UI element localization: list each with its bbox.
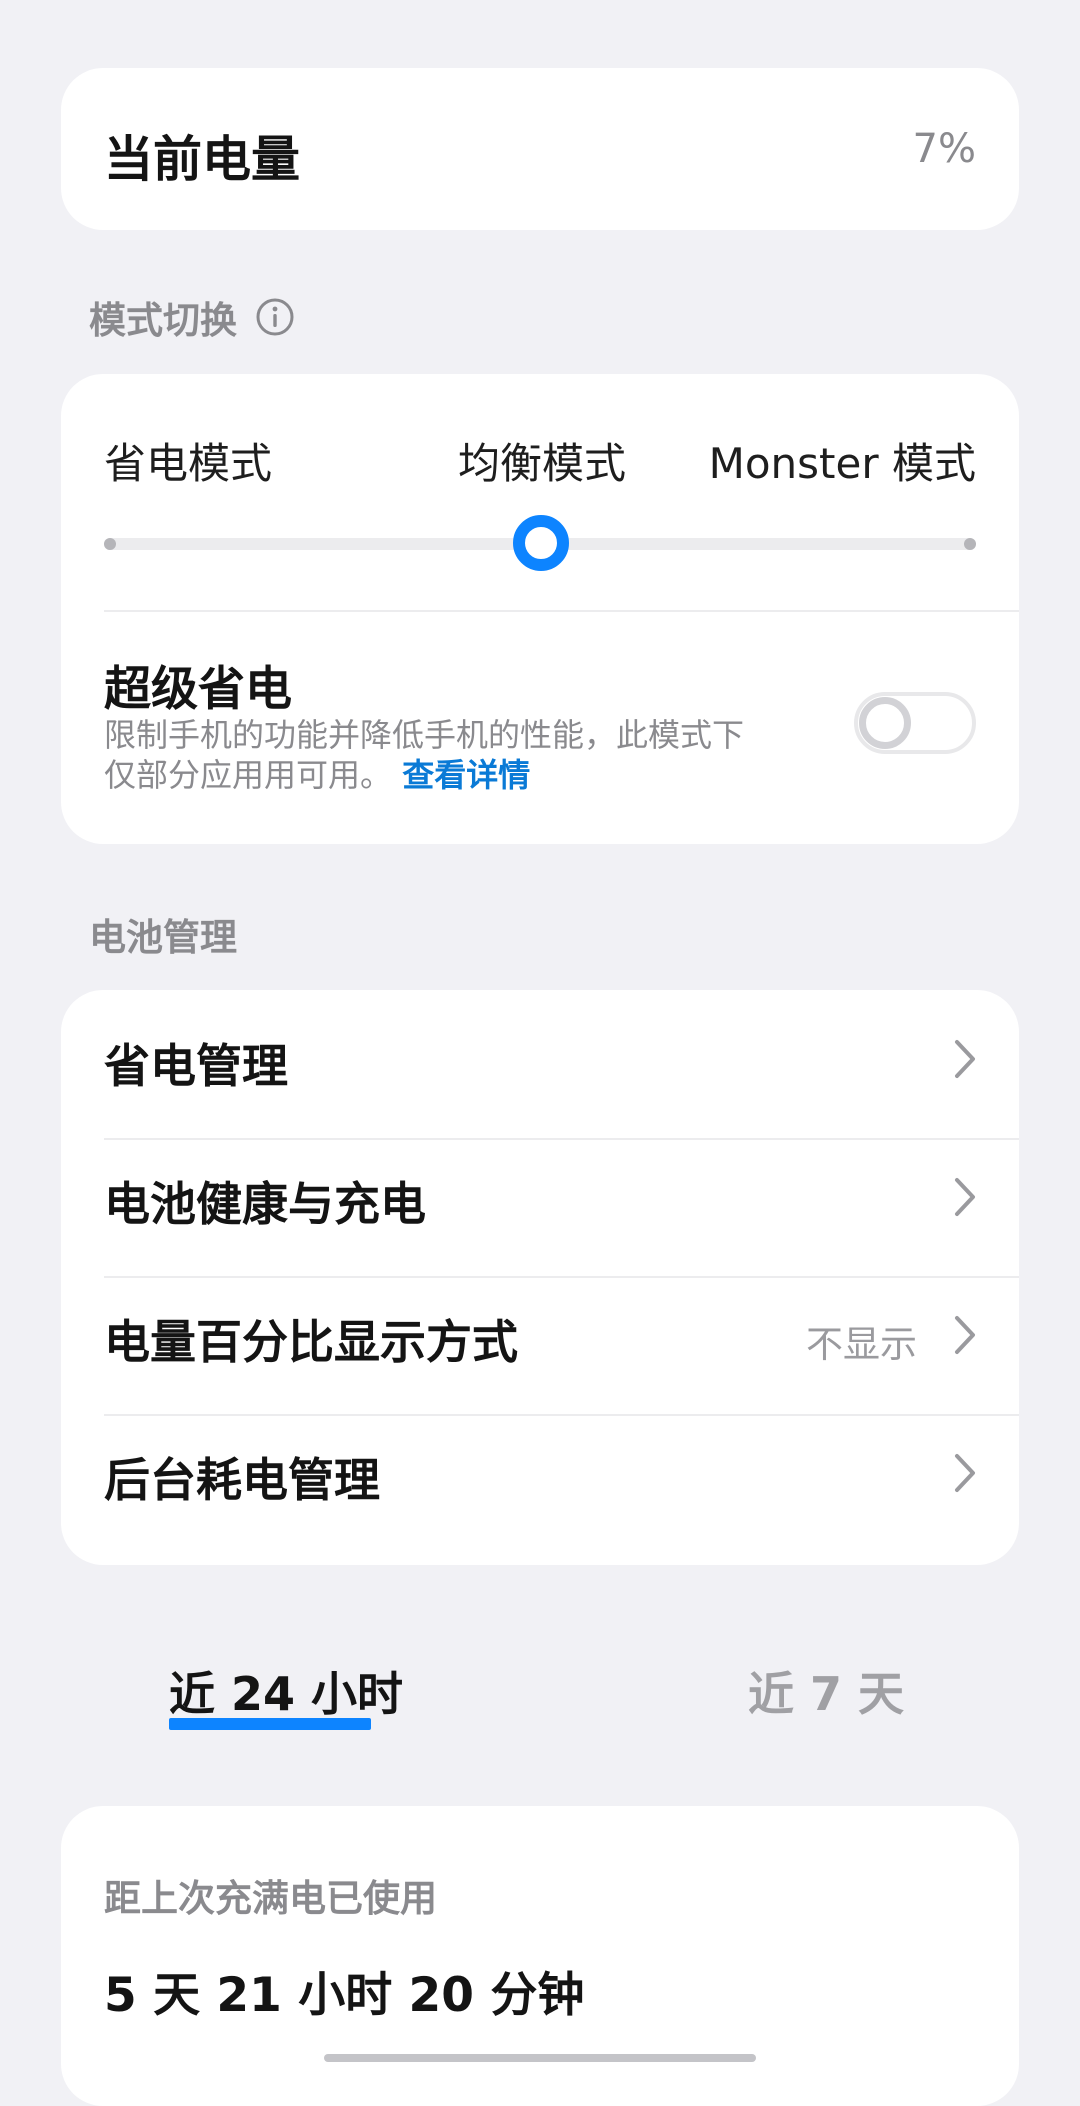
super-desc-line2-wrap: 仅部分应用用可用。 查看详情 [104, 755, 794, 795]
battery-management-card: 省电管理 电池健康与充电 电量百分比显示方式 不显示 后台耗电管理 [61, 990, 1019, 1565]
super-power-save-description: 限制手机的功能并降低手机的性能，此模式下 仅部分应用用可用。 查看详情 [104, 715, 794, 795]
current-battery-title: 当前电量 [104, 131, 301, 188]
current-battery-value: 7% [912, 126, 976, 172]
battery-management-header: 电池管理 [89, 907, 237, 961]
super-power-save-toggle[interactable] [854, 692, 976, 754]
info-icon[interactable] [255, 297, 295, 337]
mode-label-monster[interactable]: Monster 模式 [709, 430, 976, 491]
list-item-battery-percentage-display[interactable]: 电量百分比显示方式 不显示 [61, 1266, 1019, 1404]
list-item-background-power-management[interactable]: 后台耗电管理 [61, 1404, 1019, 1542]
view-details-link[interactable]: 查看详情 [402, 756, 530, 794]
divider [104, 610, 1019, 612]
list-item-battery-health-charging[interactable]: 电池健康与充电 [61, 1128, 1019, 1266]
chevron-right-icon [955, 1316, 975, 1354]
list-item-label: 电量百分比显示方式 [104, 1315, 518, 1369]
current-battery-card: 当前电量 7% [61, 68, 1019, 230]
home-indicator[interactable] [324, 2054, 756, 2062]
super-power-save-title: 超级省电 [104, 662, 292, 717]
chevron-right-icon [955, 1454, 975, 1492]
mode-switch-header: 模式切换 [89, 290, 295, 344]
battery-management-header-label: 电池管理 [89, 916, 237, 959]
active-tab-indicator [169, 1718, 371, 1730]
super-desc-line2: 仅部分应用用可用。 [104, 756, 393, 794]
list-item-label: 后台耗电管理 [104, 1453, 380, 1507]
chevron-right-icon [955, 1178, 975, 1216]
mode-switch-header-label: 模式切换 [89, 299, 237, 342]
slider-stop-end [964, 538, 976, 550]
chevron-right-icon [955, 1040, 975, 1078]
slider-stop-start [104, 538, 116, 550]
super-desc-line1: 限制手机的功能并降低手机的性能，此模式下 [104, 716, 745, 754]
toggle-knob [859, 697, 911, 749]
list-item-power-save-management[interactable]: 省电管理 [61, 990, 1019, 1128]
list-item-value: 不显示 [806, 1323, 917, 1366]
mode-label-power-saving[interactable]: 省电模式 [104, 430, 272, 491]
usage-value: 5 天 21 小时 20 分钟 [104, 1968, 585, 2023]
mode-label-balanced[interactable]: 均衡模式 [458, 430, 626, 491]
list-item-label: 电池健康与充电 [104, 1177, 426, 1231]
list-item-label: 省电管理 [104, 1039, 288, 1093]
tab-24-hours[interactable]: 近 24 小时 [169, 1658, 403, 1724]
mode-slider-thumb[interactable] [513, 515, 569, 571]
usage-label: 距上次充满电已使用 [104, 1877, 437, 1920]
mode-switch-card: 省电模式 均衡模式 Monster 模式 超级省电 限制手机的功能并降低手机的性… [61, 374, 1019, 844]
tab-7-days[interactable]: 近 7 天 [748, 1658, 904, 1724]
